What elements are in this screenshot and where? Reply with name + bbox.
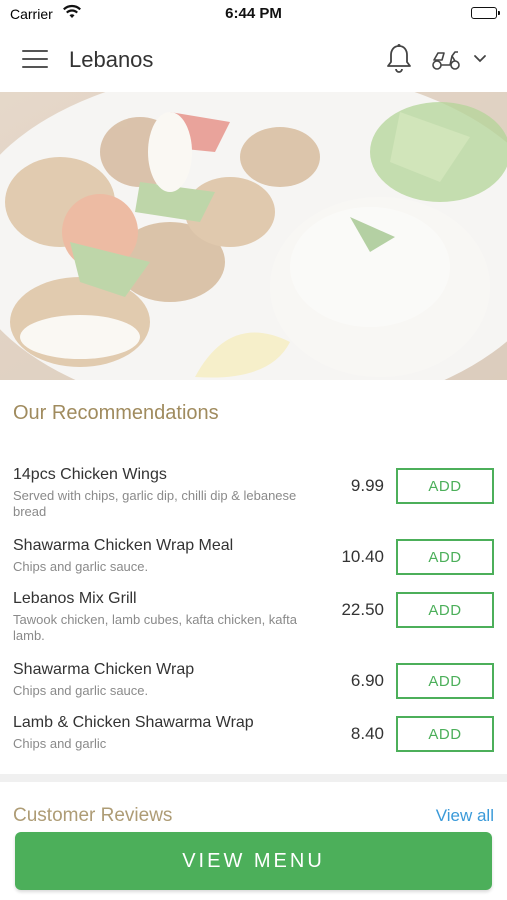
item-name: Shawarma Chicken Wrap Meal [13, 537, 234, 554]
section-divider [0, 774, 507, 782]
add-button[interactable]: ADD [396, 592, 494, 628]
battery-icon [471, 7, 500, 19]
item-description: Chips and garlic [13, 736, 107, 751]
item-price: 10.40 [341, 547, 384, 566]
item-price: 22.50 [341, 600, 384, 619]
view-menu-button[interactable]: VIEW MENU [15, 832, 492, 890]
hamburger-menu-icon[interactable] [22, 50, 48, 70]
item-price: 6.90 [350, 671, 384, 690]
chevron-down-icon[interactable] [472, 52, 488, 70]
item-name: Lebanos Mix Grill [13, 590, 137, 607]
item-name: Shawarma Chicken Wrap [13, 661, 195, 678]
add-button[interactable]: ADD [396, 468, 494, 504]
bottom-bar: VIEW MENU [0, 822, 507, 900]
item-description: Chips and garlic sauce. [13, 683, 149, 698]
item-price: 9.99 [350, 476, 384, 495]
add-button[interactable]: ADD [396, 716, 494, 752]
item-name: 14pcs Chicken Wings [13, 466, 167, 483]
item-description: Tawook chicken, lamb cubes, kafta chicke… [13, 612, 297, 643]
add-button[interactable]: ADD [396, 663, 494, 699]
recommendations-heading: Our Recommendations [13, 402, 219, 424]
clock: 6:44 PM [225, 5, 282, 22]
bell-icon[interactable] [384, 43, 414, 80]
item-price: 8.40 [350, 724, 384, 743]
app-header: Lebanos [0, 28, 507, 92]
status-bar: Carrier 6:44 PM [0, 0, 507, 28]
delivery-scooter-icon[interactable] [430, 47, 462, 76]
hero-food-image [0, 92, 507, 380]
item-description: Served with chips, garlic dip, chilli di… [13, 488, 297, 519]
restaurant-title: Lebanos [69, 47, 154, 72]
add-button[interactable]: ADD [396, 539, 494, 575]
item-name: Lamb & Chicken Shawarma Wrap [13, 714, 254, 731]
item-description: Chips and garlic sauce. [13, 559, 149, 574]
